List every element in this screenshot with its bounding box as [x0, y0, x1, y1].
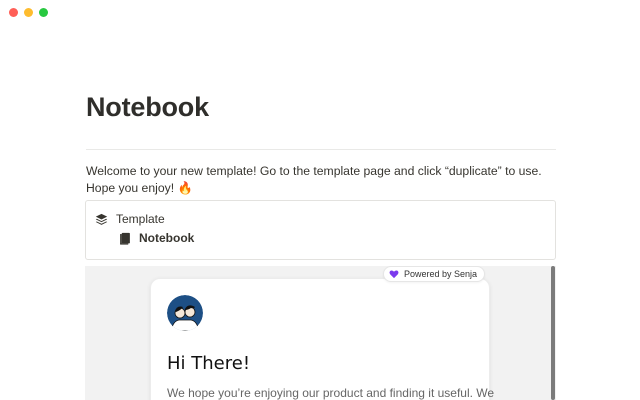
template-link-label: Template — [116, 212, 165, 226]
card-title: Hi There! — [167, 353, 251, 374]
link-template-page[interactable]: Template — [95, 212, 165, 226]
notebook-link-label: Notebook — [139, 231, 195, 245]
heart-icon — [389, 269, 399, 279]
window-controls — [9, 8, 48, 17]
badge-label: Powered by Senja — [404, 269, 478, 279]
senja-embed: Hi There! We hope you’re enjoying our pr… — [85, 266, 556, 400]
embed-scrollbar[interactable] — [551, 266, 555, 400]
testimonial-card: Hi There! We hope you’re enjoying our pr… — [150, 278, 494, 400]
intro-text: Welcome to your new template! Go to the … — [86, 164, 542, 195]
divider — [86, 149, 556, 150]
avatar — [167, 295, 203, 331]
zoom-window-button[interactable] — [39, 8, 48, 17]
layers-icon — [95, 213, 108, 226]
link-notebook-page[interactable]: Notebook — [118, 231, 194, 245]
close-window-button[interactable] — [9, 8, 18, 17]
minimize-window-button[interactable] — [24, 8, 33, 17]
powered-by-senja-badge[interactable]: Powered by Senja — [383, 266, 486, 282]
card-text: We hope you’re enjoying our product and … — [167, 386, 495, 400]
page-title: Notebook — [86, 92, 209, 122]
notebook-icon — [118, 232, 131, 245]
page-links-block: Template Notebook — [85, 200, 556, 260]
